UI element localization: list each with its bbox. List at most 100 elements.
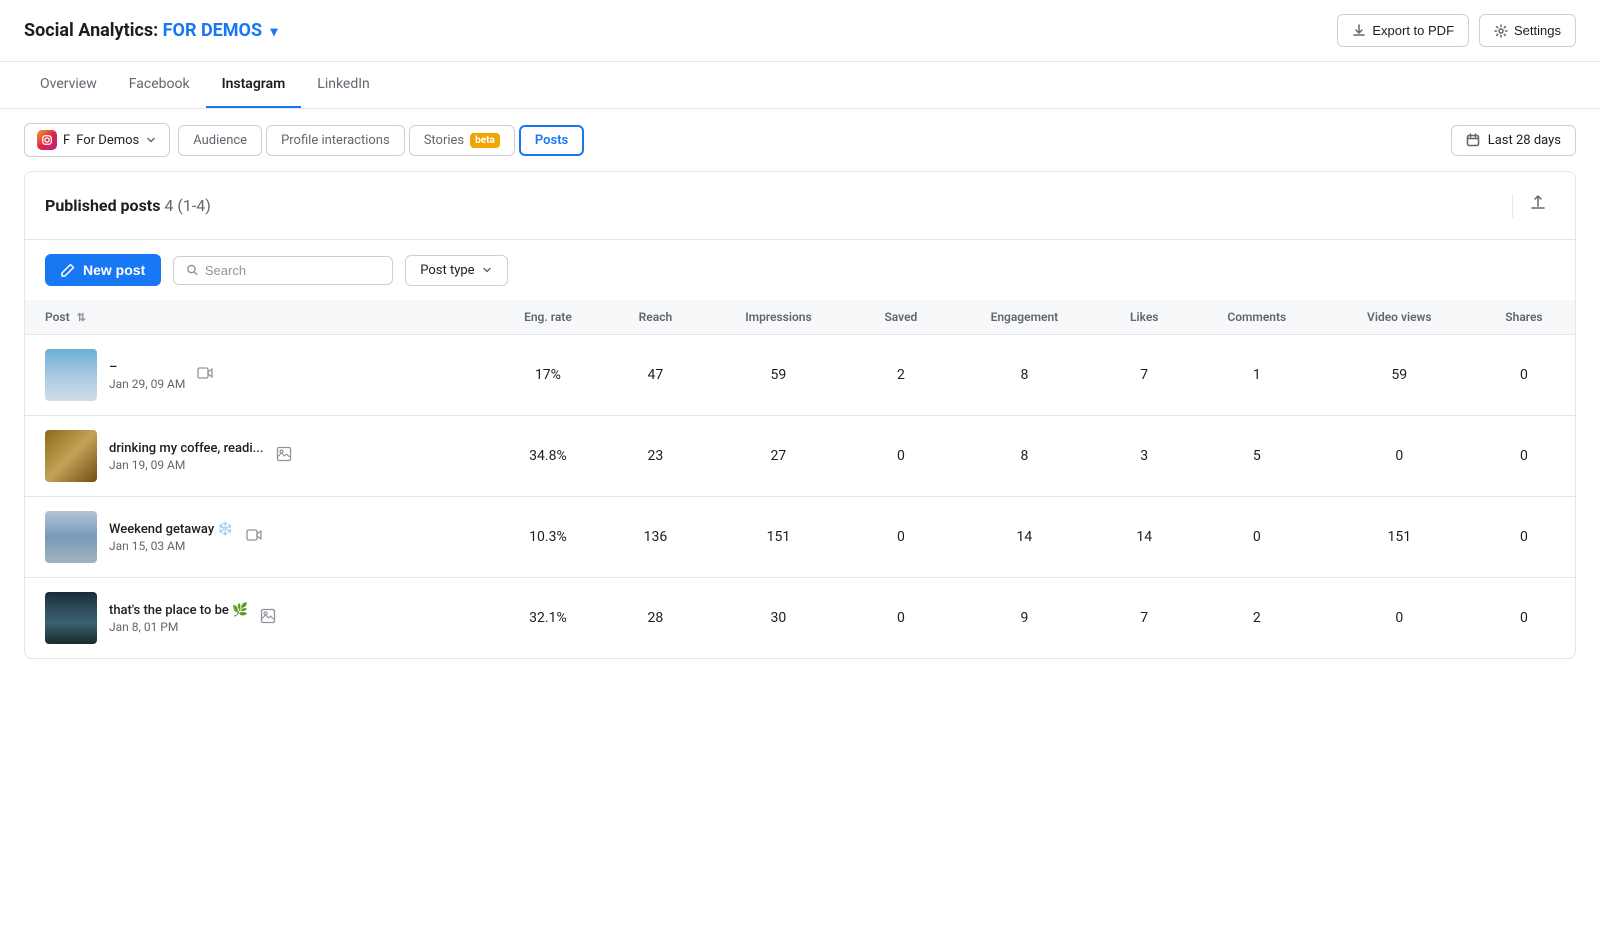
video-views: 0: [1326, 578, 1473, 659]
brand-name: FOR DEMOS: [163, 20, 262, 41]
filter-tab-profile-interactions[interactable]: Profile interactions: [266, 125, 405, 156]
post-type-icon: [197, 365, 213, 385]
brand-chevron[interactable]: ▾: [271, 24, 278, 40]
upload-icon: [1529, 194, 1547, 212]
account-letter: F: [63, 133, 70, 148]
section-export-button[interactable]: [1521, 190, 1555, 221]
engagement: 8: [948, 416, 1100, 497]
header-actions: Export to PDF Settings: [1337, 14, 1576, 47]
shares: 0: [1473, 416, 1575, 497]
post-title: drinking my coffee, readi...: [109, 441, 264, 456]
eng-rate: 17%: [488, 335, 607, 416]
saved: 0: [854, 578, 949, 659]
post-date: Jan 19, 09 AM: [109, 458, 264, 472]
post-info: – Jan 29, 09 AM: [45, 349, 476, 401]
post-type-icon: [260, 608, 276, 628]
post-cell: – Jan 29, 09 AM: [25, 335, 488, 416]
post-info: that's the place to be 🌿 Jan 8, 01 PM: [45, 592, 476, 644]
date-range-text: Last 28 days: [1488, 133, 1561, 148]
engagement: 8: [948, 335, 1100, 416]
likes: 7: [1101, 335, 1188, 416]
posts-table: Post ⇅ Eng. rate Reach Impressions Saved…: [25, 300, 1575, 658]
main-content: Published posts 4 (1-4): [0, 171, 1600, 683]
post-title: that's the place to be 🌿: [109, 603, 248, 618]
table-row[interactable]: that's the place to be 🌿 Jan 8, 01 PM 32…: [25, 578, 1575, 659]
saved: 0: [854, 416, 949, 497]
new-post-button[interactable]: New post: [45, 254, 161, 286]
settings-button[interactable]: Settings: [1479, 14, 1576, 47]
dropdown-chevron-icon: [145, 134, 157, 146]
col-reach: Reach: [608, 300, 704, 335]
col-likes: Likes: [1101, 300, 1188, 335]
eng-rate: 34.8%: [488, 416, 607, 497]
post-cell: drinking my coffee, readi... Jan 19, 09 …: [25, 416, 488, 497]
post-info: Weekend getaway ❄️ Jan 15, 03 AM: [45, 511, 476, 563]
post-type-icon: [276, 446, 292, 466]
post-type-chevron-icon: [481, 264, 493, 276]
reach: 47: [608, 335, 704, 416]
comments: 1: [1188, 335, 1326, 416]
post-info: drinking my coffee, readi... Jan 19, 09 …: [45, 430, 476, 482]
filter-tab-posts[interactable]: Posts: [519, 125, 584, 156]
top-header: Social Analytics: FOR DEMOS ▾ Export to …: [0, 0, 1600, 62]
reach: 136: [608, 497, 704, 578]
posts-toolbar: New post Post type: [25, 240, 1575, 300]
tab-linkedin[interactable]: LinkedIn: [301, 62, 386, 108]
instagram-icon: [37, 130, 57, 150]
post-cell: that's the place to be 🌿 Jan 8, 01 PM: [25, 578, 488, 659]
col-post: Post ⇅: [25, 300, 488, 335]
video-views: 0: [1326, 416, 1473, 497]
comments: 0: [1188, 497, 1326, 578]
table-row[interactable]: drinking my coffee, readi... Jan 19, 09 …: [25, 416, 1575, 497]
account-name: For Demos: [76, 133, 139, 148]
posts-count: 4 (1-4): [164, 196, 210, 215]
search-icon: [186, 263, 199, 277]
post-text: that's the place to be 🌿 Jan 8, 01 PM: [109, 603, 248, 634]
header-divider: [1512, 194, 1513, 218]
col-shares: Shares: [1473, 300, 1575, 335]
post-cell: Weekend getaway ❄️ Jan 15, 03 AM: [25, 497, 488, 578]
table-row[interactable]: – Jan 29, 09 AM 17% 47 59 2 8 7 1 59 0: [25, 335, 1575, 416]
search-input-wrap[interactable]: [173, 256, 393, 285]
table-row[interactable]: Weekend getaway ❄️ Jan 15, 03 AM 10.3% 1…: [25, 497, 1575, 578]
export-pdf-button[interactable]: Export to PDF: [1337, 14, 1469, 47]
filter-tabs: Audience Profile interactions Stories be…: [178, 125, 584, 156]
filter-tab-audience[interactable]: Audience: [178, 125, 262, 156]
search-input[interactable]: [205, 263, 380, 278]
post-text: Weekend getaway ❄️ Jan 15, 03 AM: [109, 522, 234, 553]
calendar-icon: [1466, 133, 1480, 147]
col-saved: Saved: [854, 300, 949, 335]
sub-nav: F For Demos Audience Profile interaction…: [0, 109, 1600, 171]
account-selector[interactable]: F For Demos: [24, 123, 170, 157]
post-date: Jan 29, 09 AM: [109, 377, 185, 391]
date-range-button[interactable]: Last 28 days: [1451, 125, 1576, 156]
filter-tab-stories[interactable]: Stories beta: [409, 125, 515, 156]
saved: 0: [854, 497, 949, 578]
impressions: 30: [703, 578, 853, 659]
sub-nav-left: F For Demos Audience Profile interaction…: [24, 123, 584, 157]
tab-overview[interactable]: Overview: [24, 62, 113, 108]
post-thumbnail: [45, 430, 97, 482]
col-eng-rate: Eng. rate: [488, 300, 607, 335]
likes: 14: [1101, 497, 1188, 578]
video-views: 59: [1326, 335, 1473, 416]
sort-icon[interactable]: ⇅: [77, 311, 86, 324]
post-type-button[interactable]: Post type: [405, 255, 507, 286]
post-thumbnail: [45, 349, 97, 401]
post-title: –: [109, 360, 185, 375]
pencil-icon: [61, 263, 75, 277]
likes: 7: [1101, 578, 1188, 659]
table-header-row: Post ⇅ Eng. rate Reach Impressions Saved…: [25, 300, 1575, 335]
posts-section-header: Published posts 4 (1-4): [25, 172, 1575, 240]
beta-badge: beta: [470, 133, 500, 148]
post-type-icon: [246, 527, 262, 547]
tab-facebook[interactable]: Facebook: [113, 62, 206, 108]
post-date: Jan 15, 03 AM: [109, 539, 234, 553]
eng-rate: 32.1%: [488, 578, 607, 659]
tab-instagram[interactable]: Instagram: [206, 62, 302, 108]
post-text: – Jan 29, 09 AM: [109, 360, 185, 391]
engagement: 14: [948, 497, 1100, 578]
impressions: 27: [703, 416, 853, 497]
post-title: Weekend getaway ❄️: [109, 522, 234, 537]
video-views: 151: [1326, 497, 1473, 578]
